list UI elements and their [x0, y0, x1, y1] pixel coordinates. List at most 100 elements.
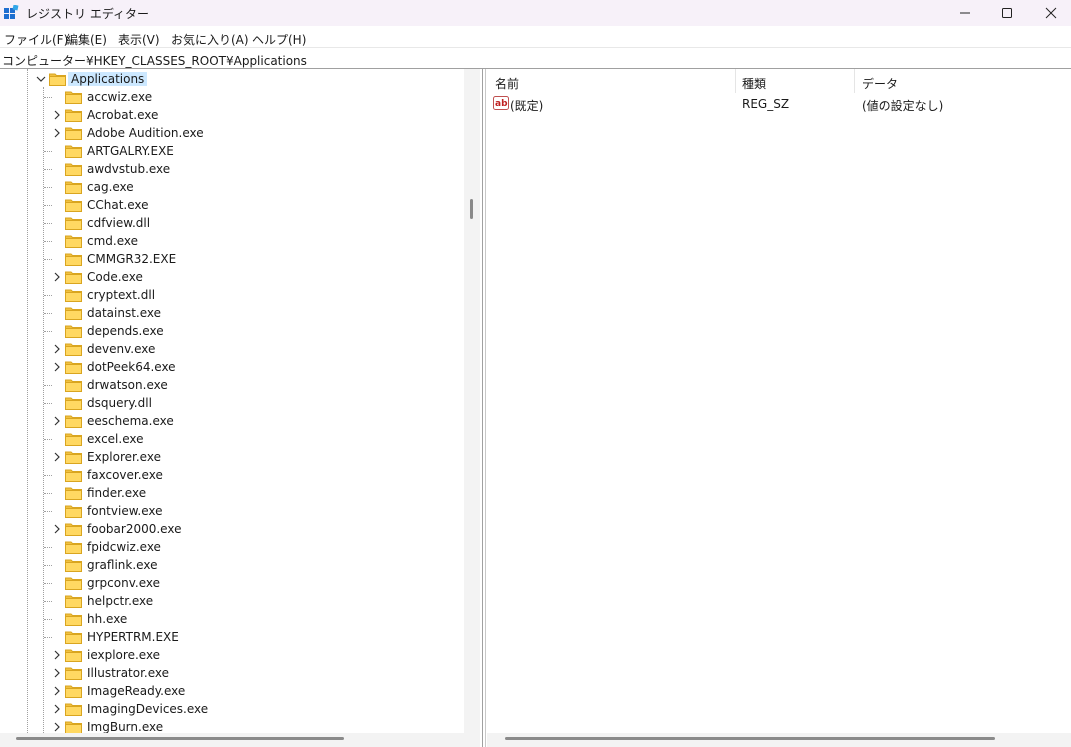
- folder-icon: [65, 541, 82, 554]
- minimize-button[interactable]: [942, 0, 988, 26]
- address-path[interactable]: コンピューター¥HKEY_CLASSES_ROOT¥Applications: [2, 52, 307, 69]
- chevron-down-icon[interactable]: [36, 74, 46, 84]
- tree-node[interactable]: hh.exe: [0, 610, 464, 628]
- tree-horizontal-scrollbar[interactable]: [0, 733, 480, 747]
- pane-splitter[interactable]: [480, 69, 487, 747]
- tree-node-label: Illustrator.exe: [87, 666, 170, 680]
- chevron-right-icon[interactable]: [52, 668, 62, 678]
- tree-node[interactable]: cmd.exe: [0, 232, 464, 250]
- tree-node[interactable]: Code.exe: [0, 268, 464, 286]
- folder-icon: [65, 595, 82, 608]
- regedit-icon: [4, 5, 19, 19]
- menu-help[interactable]: ヘルプ(H): [252, 31, 306, 48]
- tree-node[interactable]: grpconv.exe: [0, 574, 464, 592]
- chevron-right-icon[interactable]: [52, 704, 62, 714]
- folder-icon: [65, 325, 82, 338]
- tree-node[interactable]: eeschema.exe: [0, 412, 464, 430]
- value-type: REG_SZ: [742, 97, 790, 111]
- minimize-icon: [960, 12, 970, 14]
- folder-icon: [65, 415, 82, 428]
- tree-node[interactable]: foobar2000.exe: [0, 520, 464, 538]
- tree-node-label: eeschema.exe: [87, 414, 174, 428]
- tree-node[interactable]: cryptext.dll: [0, 286, 464, 304]
- menu-edit[interactable]: 編集(E): [66, 31, 107, 48]
- tree-node[interactable]: CChat.exe: [0, 196, 464, 214]
- column-divider[interactable]: [854, 69, 855, 93]
- tree-node[interactable]: cag.exe: [0, 178, 464, 196]
- tree-node[interactable]: ARTGALRY.EXE: [0, 142, 464, 160]
- tree-node[interactable]: dsquery.dll: [0, 394, 464, 412]
- tree-guide-line: [44, 439, 52, 440]
- tree-node[interactable]: ImageReady.exe: [0, 682, 464, 700]
- tree-guide-line: [44, 385, 52, 386]
- value-list[interactable]: 名前 種類 データ ab (既定) REG_SZ (値の設定なし): [487, 69, 1071, 747]
- column-header-data[interactable]: データ: [862, 75, 898, 92]
- folder-icon: [65, 181, 82, 194]
- tree-node[interactable]: HYPERTRM.EXE: [0, 628, 464, 646]
- maximize-button[interactable]: [984, 0, 1030, 26]
- chevron-right-icon[interactable]: [52, 344, 62, 354]
- column-header-name[interactable]: 名前: [495, 75, 519, 92]
- tree-node[interactable]: drwatson.exe: [0, 376, 464, 394]
- tree-node-label: graflink.exe: [87, 558, 158, 572]
- tree-guide-line: [44, 205, 52, 206]
- tree-node[interactable]: devenv.exe: [0, 340, 464, 358]
- chevron-right-icon[interactable]: [52, 362, 62, 372]
- tree-guide-line: [44, 493, 52, 494]
- tree-node[interactable]: CMMGR32.EXE: [0, 250, 464, 268]
- tree-node[interactable]: ImagingDevices.exe: [0, 700, 464, 718]
- tree-vertical-scrollbar[interactable]: [464, 69, 480, 733]
- address-bar[interactable]: コンピューター¥HKEY_CLASSES_ROOT¥Applications: [0, 47, 1071, 69]
- tree-node[interactable]: graflink.exe: [0, 556, 464, 574]
- tree-node[interactable]: Adobe Audition.exe: [0, 124, 464, 142]
- menu-favorites[interactable]: お気に入り(A): [171, 31, 249, 48]
- scroll-thumb[interactable]: [470, 199, 473, 219]
- tree-guide-line: [44, 331, 52, 332]
- tree-node[interactable]: fontview.exe: [0, 502, 464, 520]
- chevron-right-icon[interactable]: [52, 416, 62, 426]
- chevron-right-icon[interactable]: [52, 722, 62, 732]
- tree-node[interactable]: accwiz.exe: [0, 88, 464, 106]
- tree-node[interactable]: depends.exe: [0, 322, 464, 340]
- tree-node[interactable]: finder.exe: [0, 484, 464, 502]
- scroll-thumb[interactable]: [16, 737, 344, 740]
- tree-node[interactable]: Illustrator.exe: [0, 664, 464, 682]
- key-tree[interactable]: Applications accwiz.exe Acrobat.exe Adobe …: [0, 69, 480, 747]
- tree-node[interactable]: datainst.exe: [0, 304, 464, 322]
- tree-node[interactable]: Explorer.exe: [0, 448, 464, 466]
- tree-node-applications[interactable]: Applications: [0, 70, 464, 88]
- tree-node[interactable]: Acrobat.exe: [0, 106, 464, 124]
- list-row[interactable]: ab (既定) REG_SZ (値の設定なし): [487, 93, 1071, 115]
- column-divider[interactable]: [735, 69, 736, 93]
- chevron-right-icon[interactable]: [52, 452, 62, 462]
- folder-icon: [65, 343, 82, 356]
- tree-node[interactable]: iexplore.exe: [0, 646, 464, 664]
- close-button[interactable]: [1028, 0, 1071, 26]
- menu-view[interactable]: 表示(V): [118, 31, 160, 48]
- tree-node[interactable]: cdfview.dll: [0, 214, 464, 232]
- tree-node[interactable]: fpidcwiz.exe: [0, 538, 464, 556]
- chevron-right-icon[interactable]: [52, 686, 62, 696]
- folder-icon: [65, 217, 82, 230]
- menu-file[interactable]: ファイル(F): [4, 31, 68, 48]
- chevron-right-icon[interactable]: [52, 524, 62, 534]
- splitter-line: [482, 69, 483, 747]
- tree-node[interactable]: awdvstub.exe: [0, 160, 464, 178]
- folder-icon: [65, 577, 82, 590]
- tree-node[interactable]: helpctr.exe: [0, 592, 464, 610]
- chevron-right-icon[interactable]: [52, 650, 62, 660]
- tree-node-label: finder.exe: [87, 486, 147, 500]
- scroll-thumb[interactable]: [505, 737, 995, 740]
- folder-icon: [65, 451, 82, 464]
- chevron-right-icon[interactable]: [52, 272, 62, 282]
- tree-node-label: cag.exe: [87, 180, 134, 194]
- chevron-right-icon[interactable]: [52, 110, 62, 120]
- title-bar: レジストリ エディター: [0, 0, 1071, 26]
- column-header-type[interactable]: 種類: [742, 75, 766, 92]
- chevron-right-icon[interactable]: [52, 128, 62, 138]
- splitter-line: [485, 69, 486, 747]
- tree-node[interactable]: dotPeek64.exe: [0, 358, 464, 376]
- tree-node[interactable]: excel.exe: [0, 430, 464, 448]
- tree-node[interactable]: faxcover.exe: [0, 466, 464, 484]
- list-horizontal-scrollbar[interactable]: [487, 733, 1071, 747]
